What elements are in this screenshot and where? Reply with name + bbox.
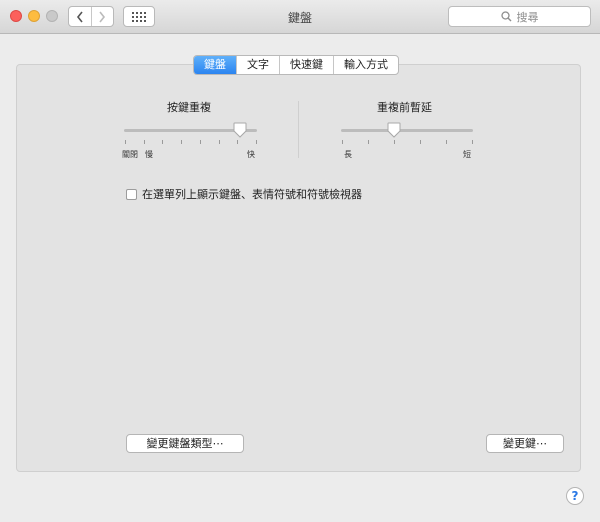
key-repeat-title: 按鍵重複 bbox=[167, 101, 211, 114]
key-repeat-tick bbox=[256, 140, 257, 144]
change-keyboard-type-button[interactable]: 變更鍵盤類型⋯ bbox=[126, 434, 244, 453]
show-viewers-checkbox[interactable] bbox=[126, 188, 137, 200]
delay-until-repeat-tick bbox=[420, 140, 421, 144]
key-repeat-tick bbox=[125, 140, 126, 144]
delay-until-repeat-title: 重複前暫延 bbox=[377, 101, 432, 114]
show-viewers-label: 在選單列上顯示鍵盤、表情符號和符號檢視器 bbox=[142, 188, 362, 201]
modifier-keys-button[interactable]: 變更鍵⋯ bbox=[486, 434, 564, 453]
tab-text[interactable]: 文字 bbox=[236, 56, 279, 74]
key-repeat-tick bbox=[199, 140, 201, 144]
delay-until-repeat-tick bbox=[472, 140, 473, 144]
delay-until-repeat-slider-thumb[interactable] bbox=[387, 122, 401, 138]
show-viewers-row[interactable]: 在選單列上顯示鍵盤、表情符號和符號檢視器 bbox=[126, 186, 362, 202]
key-repeat-label-off: 關閉 bbox=[122, 150, 138, 159]
key-repeat-tick bbox=[162, 140, 164, 144]
key-repeat-tick bbox=[181, 140, 183, 144]
search-field[interactable]: 搜尋 bbox=[448, 6, 591, 27]
search-placeholder: 搜尋 bbox=[516, 10, 539, 24]
delay-until-repeat-tick bbox=[342, 140, 343, 144]
delay-until-repeat-tick bbox=[394, 140, 395, 144]
delay-label-long: 長 bbox=[344, 150, 352, 159]
key-repeat-tick bbox=[218, 140, 220, 144]
key-repeat-label-slow: 慢 bbox=[145, 150, 153, 159]
delay-until-repeat-track[interactable] bbox=[341, 129, 473, 132]
search-icon bbox=[500, 11, 511, 22]
key-repeat-label-fast: 快 bbox=[247, 150, 255, 159]
tab-input-sources[interactable]: 輸入方式 bbox=[333, 56, 398, 74]
title-bar: 鍵盤 搜尋 bbox=[0, 0, 600, 34]
slider-divider bbox=[298, 101, 299, 158]
delay-until-repeat-tick bbox=[446, 140, 447, 144]
delay-label-short: 短 bbox=[463, 150, 471, 159]
key-repeat-tick bbox=[237, 140, 239, 144]
tab-bar: 鍵盤 文字 快速鍵 輸入方式 bbox=[193, 55, 399, 75]
key-repeat-tick bbox=[143, 140, 145, 144]
help-button[interactable]: ? bbox=[566, 487, 584, 505]
key-repeat-slider-thumb[interactable] bbox=[233, 122, 247, 138]
delay-until-repeat-tick bbox=[368, 140, 369, 144]
tab-shortcuts[interactable]: 快速鍵 bbox=[279, 56, 333, 74]
tab-keyboard[interactable]: 鍵盤 bbox=[194, 56, 236, 74]
